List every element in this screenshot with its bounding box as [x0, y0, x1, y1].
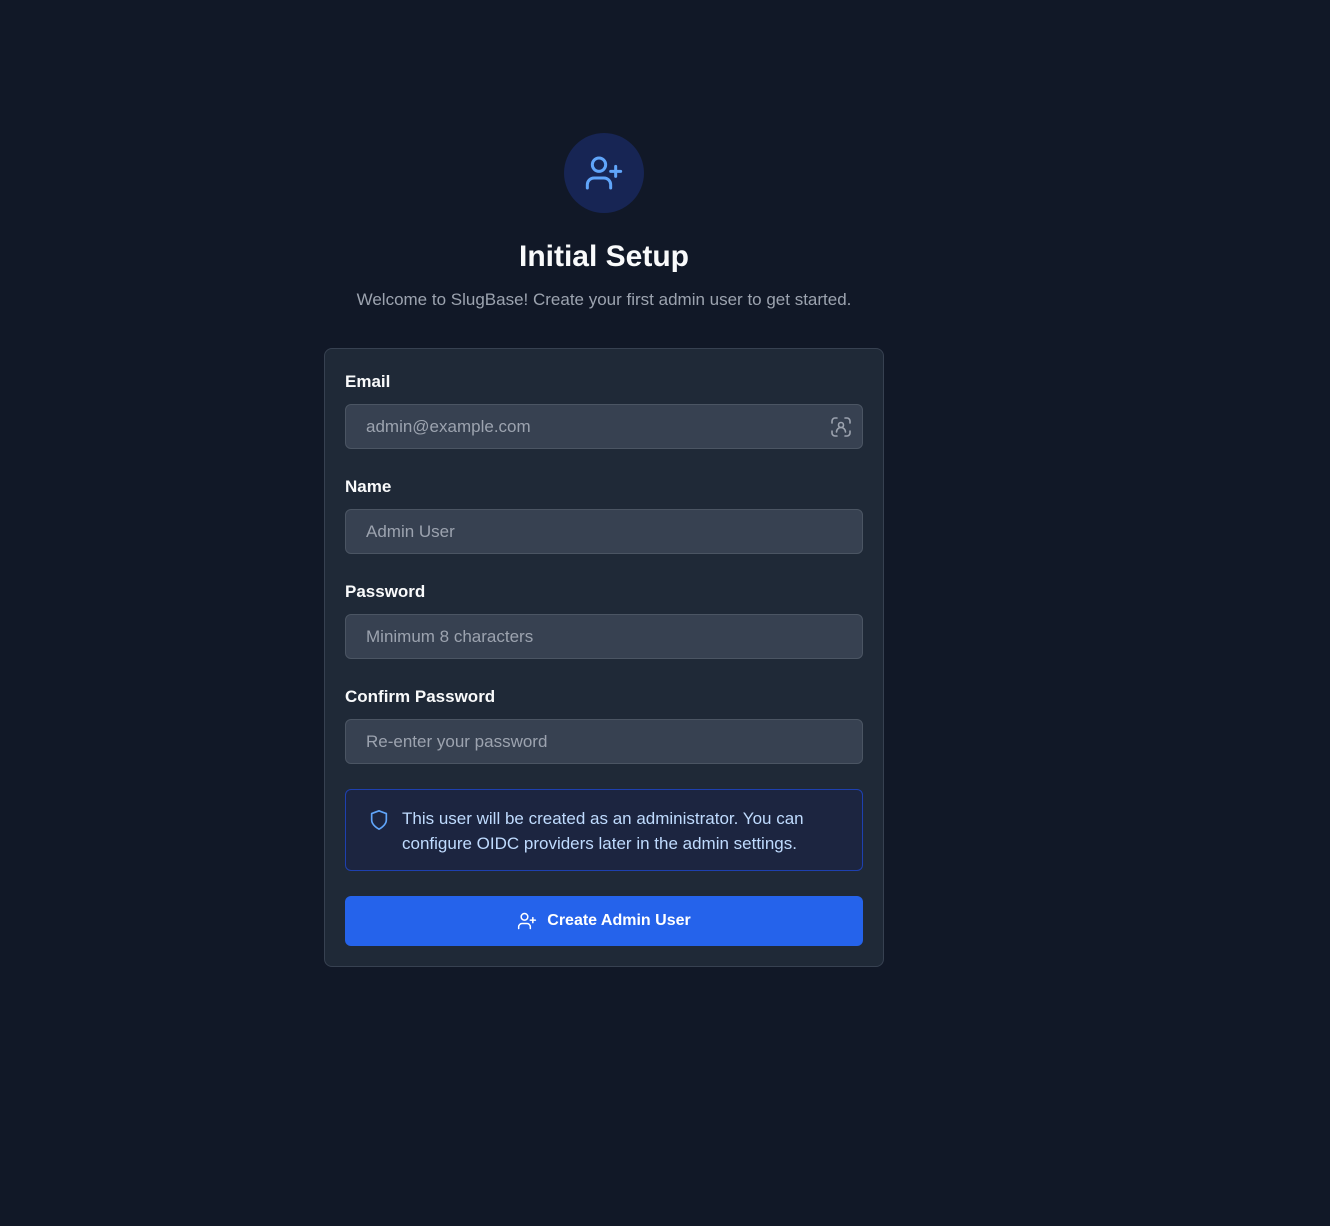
email-input-wrap — [345, 404, 863, 449]
page-subtitle: Welcome to SlugBase! Create your first a… — [356, 290, 852, 309]
name-input[interactable] — [345, 509, 863, 554]
password-field-group: Password — [345, 579, 863, 659]
create-admin-user-label: Create Admin User — [547, 912, 691, 929]
password-label: Password — [345, 582, 426, 601]
email-input[interactable] — [345, 404, 863, 449]
user-plus-badge — [564, 133, 644, 213]
admin-info-notice: This user will be created as an administ… — [345, 789, 863, 871]
admin-info-text: This user will be created as an administ… — [402, 809, 804, 853]
setup-header: Initial Setup Welcome to SlugBase! Creat… — [324, 133, 884, 312]
confirm-password-input[interactable] — [345, 719, 863, 764]
password-input[interactable] — [345, 614, 863, 659]
email-field-group: Email — [345, 369, 863, 449]
page-title: Initial Setup — [518, 240, 689, 273]
password-input-wrap — [345, 614, 863, 659]
user-plus-icon — [585, 156, 623, 190]
confirm-password-input-wrap — [345, 719, 863, 764]
setup-page: Initial Setup Welcome to SlugBase! Creat… — [0, 0, 1330, 1226]
autofill-contact-icon[interactable] — [828, 414, 853, 439]
name-label: Name — [345, 477, 392, 496]
shield-icon — [370, 810, 388, 830]
confirm-password-field-group: Confirm Password — [345, 684, 863, 764]
name-input-wrap — [345, 509, 863, 554]
setup-form-card: Email Name — [324, 348, 884, 967]
create-admin-user-button[interactable]: Create Admin User — [345, 896, 863, 946]
name-field-group: Name — [345, 474, 863, 554]
user-plus-icon — [517, 911, 537, 931]
confirm-password-label: Confirm Password — [345, 687, 496, 706]
email-label: Email — [345, 372, 391, 391]
